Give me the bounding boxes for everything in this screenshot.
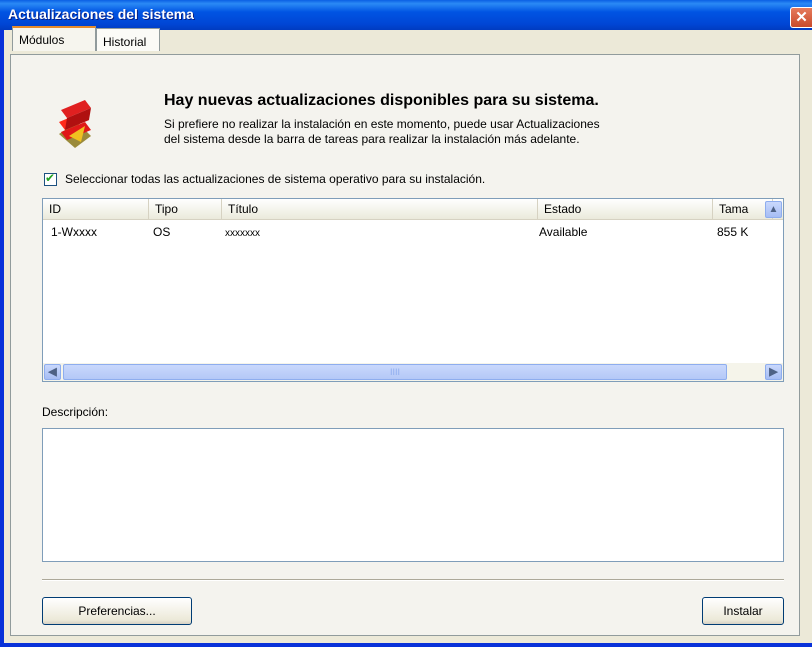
system-update-logo-icon xyxy=(59,100,91,148)
chevron-left-icon: ◀ xyxy=(48,366,57,378)
cell-id: 1-Wxxxx xyxy=(51,225,97,239)
preferences-button[interactable]: Preferencias... xyxy=(42,597,192,625)
list-header: ID Tipo Título Estado Tama ▲ xyxy=(43,199,783,220)
install-button[interactable]: Instalar xyxy=(702,597,784,625)
cell-estado: Available xyxy=(539,225,588,239)
tab-modulos[interactable]: Módulos xyxy=(12,26,96,51)
description-line-2: del sistema desde la barra de tareas par… xyxy=(164,132,580,146)
chevron-up-icon: ▲ xyxy=(768,204,779,215)
select-all-checkbox[interactable] xyxy=(44,171,57,186)
tab-label: Historial xyxy=(103,35,147,49)
tab-label: Módulos xyxy=(19,33,65,47)
scroll-left-button[interactable]: ◀ xyxy=(44,364,61,380)
cell-tamano: 855 K xyxy=(717,225,749,239)
header-description: Si prefiere no realizar la instalación e… xyxy=(164,117,684,147)
updates-list[interactable]: ID Tipo Título Estado Tama ▲ 1-Wxxxx OS … xyxy=(42,198,784,382)
description-box[interactable] xyxy=(42,428,784,562)
table-row[interactable]: 1-Wxxxx OS xxxxxxx Available 855 K xyxy=(43,225,783,243)
select-all-row[interactable]: Seleccionar todas las actualizaciones de… xyxy=(44,170,485,188)
divider xyxy=(42,579,784,581)
close-icon: ✕ xyxy=(795,9,808,26)
cell-titulo: xxxxxxx xyxy=(225,228,260,239)
column-header-estado[interactable]: Estado xyxy=(538,199,713,219)
scrollbar-thumb[interactable]: IIII xyxy=(63,364,727,380)
column-header-titulo[interactable]: Título xyxy=(222,199,538,219)
horizontal-scrollbar[interactable]: ◀ IIII ▶ xyxy=(43,363,783,381)
tab-historial[interactable]: Historial xyxy=(96,28,160,51)
description-label: Descripción: xyxy=(42,405,109,419)
scroll-up-button[interactable]: ▲ xyxy=(765,201,782,218)
dialog-window: Actualizaciones del sistema ✕ Módulos Hi… xyxy=(0,0,812,647)
column-header-id[interactable]: ID xyxy=(43,199,149,219)
select-all-label[interactable]: Seleccionar todas las actualizaciones de… xyxy=(65,172,485,186)
description-line-1: Si prefiere no realizar la instalación e… xyxy=(164,117,600,131)
cell-tipo: OS xyxy=(153,225,171,239)
scroll-right-button[interactable]: ▶ xyxy=(765,364,782,380)
close-button[interactable]: ✕ xyxy=(790,7,812,28)
title-bar[interactable]: Actualizaciones del sistema ✕ xyxy=(0,0,812,30)
window-frame-bottom xyxy=(0,643,812,647)
column-header-tipo[interactable]: Tipo xyxy=(149,199,222,219)
window-title: Actualizaciones del sistema xyxy=(8,6,194,22)
page-headline: Hay nuevas actualizaciones disponibles p… xyxy=(164,92,599,109)
grip-icon: IIII xyxy=(389,367,400,377)
chevron-right-icon: ▶ xyxy=(769,366,778,378)
column-header-tamano[interactable]: Tama xyxy=(713,199,773,219)
